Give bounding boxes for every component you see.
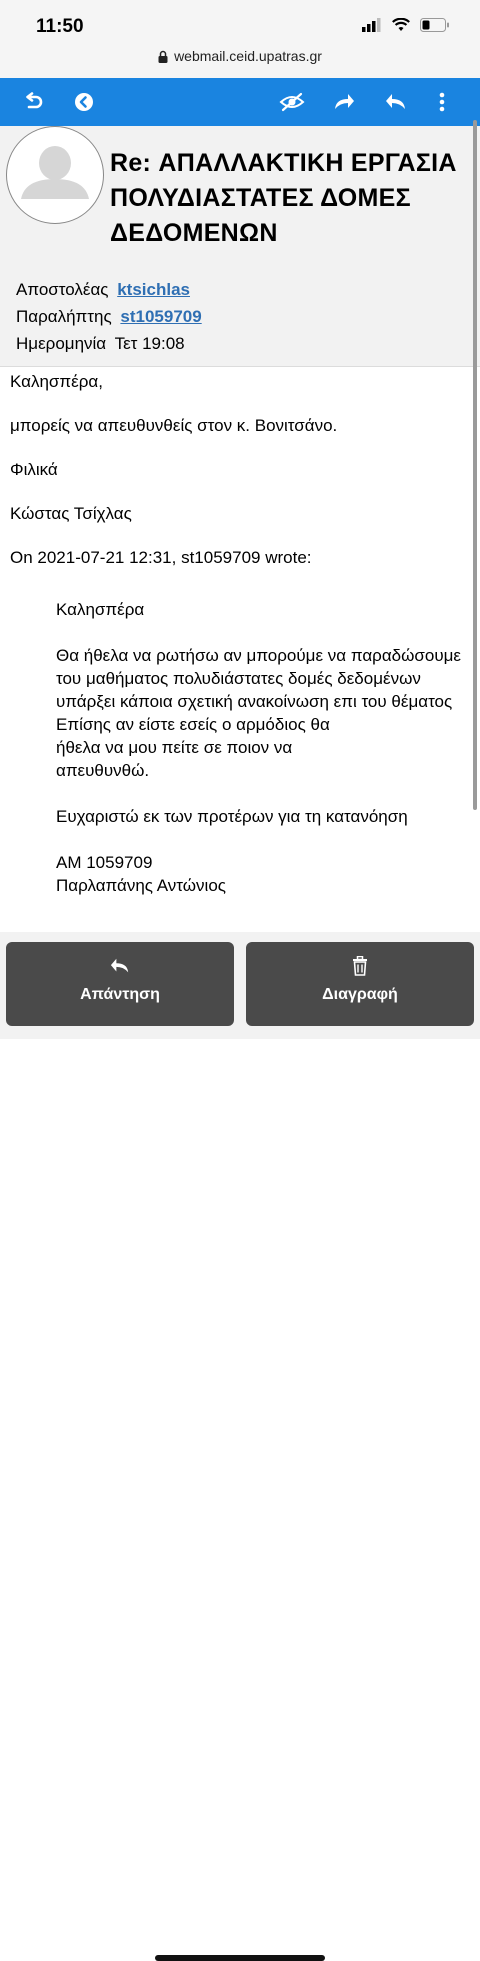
body-signature: Κώστας Τσίχλας: [10, 504, 132, 523]
quote-header: On 2021-07-21 12:31, st1059709 wrote:: [10, 548, 312, 567]
delete-label: Διαγραφή: [322, 986, 398, 1003]
quoted-greeting: Καλησπέρα: [56, 600, 145, 619]
reply-icon: [386, 94, 405, 109]
message-subject: Re: ΑΠΑΛΛΑΚΤΙΚΗ ΕΡΓΑΣΙΑ ΠΟΛΥΔΙΑΣΤΑΤΕΣ ΔΟ…: [110, 149, 457, 247]
message-header: Re: ΑΠΑΛΛΑΚΤΙΚΗ ΕΡΓΑΣΙΑ ΠΟΛΥΔΙΑΣΤΑΤΕΣ ΔΟ…: [0, 126, 480, 367]
recipient-label: Παραλήπτης: [16, 307, 112, 326]
back-button[interactable]: [14, 78, 54, 126]
date-row: Ημερομηνία Τετ 19:08: [16, 330, 202, 357]
quoted-signature: AM 1059709 Παρλαπάνης Αντώνιος: [56, 853, 226, 895]
body-greeting: Καλησπέρα,: [10, 372, 103, 391]
url-text: webmail.ceid.upatras.gr: [174, 48, 322, 64]
quoted-thanks: Ευχαριστώ εκ των προτέρων για τη κατανόη…: [56, 807, 408, 826]
battery-icon: [420, 18, 449, 32]
wifi-icon: [392, 18, 410, 31]
message-meta: Αποστολέας ktsichlas Παραλήπτης st105970…: [16, 276, 202, 357]
reply-toolbar-button[interactable]: [376, 78, 416, 126]
previous-button[interactable]: [64, 78, 104, 126]
sender-label: Αποστολέας: [16, 280, 109, 299]
hide-images-icon: [279, 92, 305, 112]
url-bar[interactable]: webmail.ceid.upatras.gr: [0, 48, 480, 78]
delete-button[interactable]: Διαγραφή: [246, 942, 474, 1026]
recipient-row: Παραλήπτης st1059709: [16, 303, 202, 330]
reply-button[interactable]: Απάντηση: [6, 942, 234, 1026]
back-icon: [26, 92, 43, 109]
sender-link[interactable]: ktsichlas: [117, 280, 190, 299]
forward-icon: [335, 94, 354, 109]
recipient-link[interactable]: st1059709: [120, 307, 201, 326]
status-time: 11:50: [36, 16, 84, 37]
reply-icon: [110, 958, 129, 973]
hide-images-button[interactable]: [272, 78, 312, 126]
mail-toolbar: [0, 78, 480, 126]
status-bar: 11:50: [0, 0, 480, 48]
body-line: μπορείς να απευθυνθείς στον κ. Βονιτσάνο…: [10, 416, 338, 435]
message-body: Καλησπέρα, μπορείς να απευθυνθείς στον κ…: [10, 370, 480, 590]
trash-icon: [353, 956, 367, 976]
date-value: Τετ 19:08: [114, 334, 185, 353]
sender-row: Αποστολέας ktsichlas: [16, 276, 202, 303]
more-icon: [439, 92, 445, 112]
more-button[interactable]: [422, 78, 462, 126]
body-closing: Φιλικά: [10, 460, 58, 479]
status-icons: [362, 18, 450, 32]
lock-icon: [158, 50, 168, 66]
action-bar: Απάντηση Διαγραφή: [0, 932, 480, 1961]
quoted-message: Καλησπέρα Θα ήθελα να ρωτήσω αν μπορούμε…: [56, 598, 480, 920]
signal-icon: [362, 18, 381, 32]
home-indicator: [155, 1955, 325, 1961]
date-label: Ημερομηνία: [16, 334, 107, 353]
person-icon: [21, 146, 89, 199]
avatar: [6, 126, 104, 224]
quoted-paragraph: Θα ήθελα να ρωτήσω αν μπορούμε να παραδώ…: [56, 646, 461, 780]
reply-label: Απάντηση: [80, 986, 160, 1003]
circle-back-icon: [75, 93, 93, 111]
forward-button[interactable]: [324, 78, 364, 126]
